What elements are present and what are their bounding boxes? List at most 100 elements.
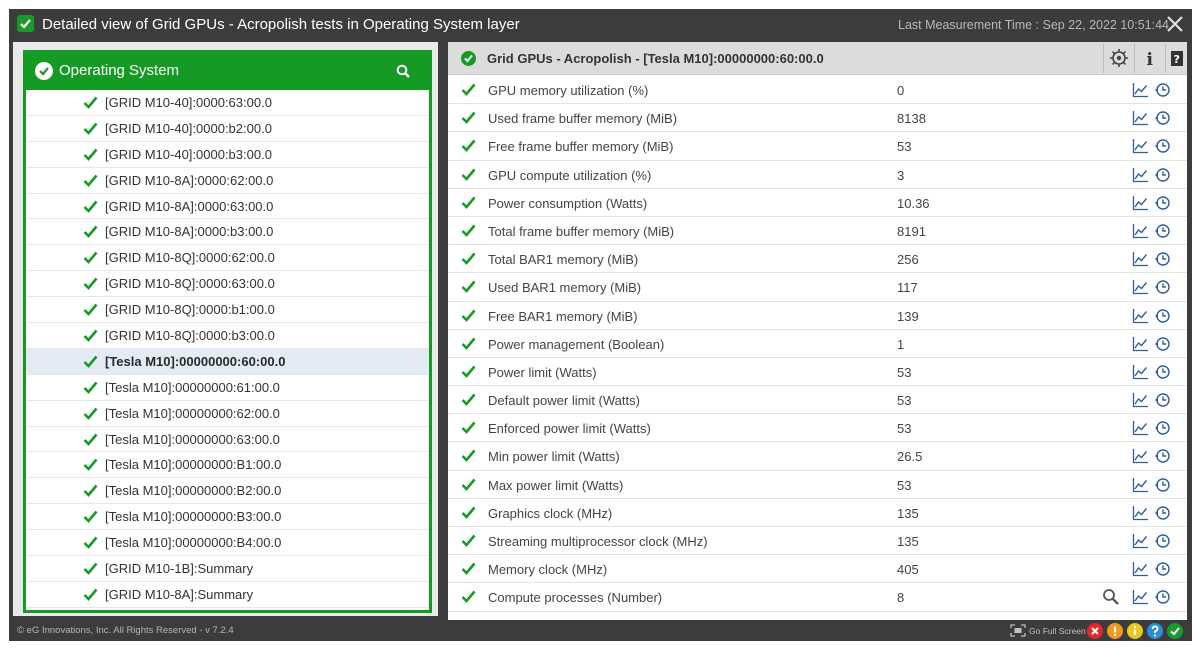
descriptor-item[interactable]: [Tesla M10]:00000000:B1:00.0 <box>26 452 429 479</box>
descriptor-item-selected[interactable]: [Tesla M10]:00000000:60:00.0 <box>26 348 429 375</box>
descriptor-item[interactable]: [Tesla M10]:00000000:B2:00.0 <box>26 478 429 505</box>
history-icon[interactable] <box>1154 477 1171 498</box>
check-circle-icon <box>35 62 53 80</box>
history-icon[interactable] <box>1154 533 1171 554</box>
descriptor-item[interactable]: [Tesla M10]:00000000:63:00.0 <box>26 426 429 453</box>
unknown-icon[interactable] <box>1147 623 1163 639</box>
metric-row: Used BAR1 memory (MiB) 117 <box>448 273 1187 302</box>
metric-value: 135 <box>897 505 919 521</box>
check-icon <box>83 432 98 452</box>
graph-icon[interactable] <box>1132 251 1149 272</box>
check-icon <box>83 95 98 115</box>
window-title: Detailed view of Grid GPUs - Acropolish … <box>42 16 520 33</box>
graph-icon[interactable] <box>1132 223 1149 244</box>
graph-icon[interactable] <box>1132 392 1149 413</box>
history-icon[interactable] <box>1154 392 1171 413</box>
graph-icon[interactable] <box>1132 279 1149 300</box>
metric-name: Free frame buffer memory (MiB) <box>488 139 674 155</box>
history-icon[interactable] <box>1154 82 1171 103</box>
detail-window: Detailed view of Grid GPUs - Acropolish … <box>9 9 1192 641</box>
info-icon[interactable]: i <box>1134 44 1164 73</box>
metric-value: 3 <box>897 167 905 183</box>
check-icon <box>461 336 476 356</box>
graph-icon[interactable] <box>1132 533 1149 554</box>
history-icon[interactable] <box>1154 223 1171 244</box>
history-icon[interactable] <box>1154 167 1171 188</box>
configure-icon[interactable] <box>1103 44 1133 73</box>
descriptor-item[interactable]: [GRID M10-40]:0000:63:00.0 <box>26 90 429 116</box>
descriptor-label: [Tesla M10]:00000000:B2:00.0 <box>105 483 282 499</box>
graph-icon[interactable] <box>1132 110 1149 131</box>
descriptor-item[interactable]: [Tesla M10]:00000000:B4:00.0 <box>26 530 429 557</box>
descriptor-item[interactable]: [Tesla M10]:00000000:61:00.0 <box>26 374 429 401</box>
descriptor-item[interactable]: [Tesla M10]:00000000:B3:00.0 <box>26 504 429 531</box>
graph-icon[interactable] <box>1132 195 1149 216</box>
minor-icon[interactable] <box>1127 623 1143 639</box>
metric-row: Free BAR1 memory (MiB) 139 <box>448 301 1187 330</box>
check-icon <box>461 167 476 187</box>
descriptor-item[interactable]: [GRID M10-8Q]:0000:62:00.0 <box>26 245 429 272</box>
detailed-diagnosis-icon[interactable] <box>1102 588 1120 611</box>
history-icon[interactable] <box>1154 561 1171 582</box>
metric-value: 139 <box>897 308 919 324</box>
history-icon[interactable] <box>1154 589 1171 610</box>
history-icon[interactable] <box>1154 420 1171 441</box>
graph-icon[interactable] <box>1132 505 1149 526</box>
graph-icon[interactable] <box>1132 477 1149 498</box>
graph-icon[interactable] <box>1132 308 1149 329</box>
last-measurement-time: Last Measurement Time : Sep 22, 2022 10:… <box>898 18 1170 32</box>
descriptor-item[interactable]: [GRID M10-8A]:0000:62:00.0 <box>26 167 429 194</box>
history-icon[interactable] <box>1154 308 1171 329</box>
os-title: Operating System <box>59 62 180 79</box>
metric-row: Power consumption (Watts) 10.36 <box>448 188 1187 217</box>
history-icon[interactable] <box>1154 279 1171 300</box>
metric-row: GPU memory utilization (%) 0 <box>448 76 1187 105</box>
check-icon <box>461 279 476 299</box>
check-icon <box>83 483 98 503</box>
history-icon[interactable] <box>1154 505 1171 526</box>
help-icon[interactable]: ? <box>1165 44 1195 73</box>
graph-icon[interactable] <box>1132 364 1149 385</box>
graph-icon[interactable] <box>1132 561 1149 582</box>
search-icon[interactable] <box>396 64 411 84</box>
graph-icon[interactable] <box>1132 82 1149 103</box>
descriptor-item[interactable]: [GRID M10-8Q]:0000:63:00.0 <box>26 271 429 298</box>
graph-icon[interactable] <box>1132 167 1149 188</box>
history-icon[interactable] <box>1154 336 1171 357</box>
metric-name: Total frame buffer memory (MiB) <box>488 223 675 239</box>
history-icon[interactable] <box>1154 251 1171 272</box>
history-icon[interactable] <box>1154 364 1171 385</box>
graph-icon[interactable] <box>1132 589 1149 610</box>
graph-icon[interactable] <box>1132 420 1149 441</box>
metric-row: Enforced power limit (Watts) 53 <box>448 414 1187 443</box>
descriptor-label: [GRID M10-8A]:0000:b3:00.0 <box>105 224 274 240</box>
measurements-title: Grid GPUs - Acropolish - [Tesla M10]:000… <box>487 51 824 66</box>
descriptor-item[interactable]: [GRID M10-40]:0000:b2:00.0 <box>26 115 429 142</box>
normal-icon[interactable] <box>1167 623 1183 639</box>
graph-icon[interactable] <box>1132 448 1149 469</box>
metric-name: Used BAR1 memory (MiB) <box>488 280 642 296</box>
history-icon[interactable] <box>1154 138 1171 159</box>
check-icon <box>461 392 476 412</box>
descriptor-label: [GRID M10-8A]:Summary <box>105 586 254 602</box>
check-icon <box>83 224 98 244</box>
descriptor-item[interactable]: [GRID M10-8Q]:0000:b3:00.0 <box>26 323 429 349</box>
critical-icon[interactable] <box>1087 623 1103 639</box>
descriptor-item[interactable]: [GRID M10-8A]:0000:b3:00.0 <box>26 219 429 246</box>
history-icon[interactable] <box>1154 195 1171 216</box>
graph-icon[interactable] <box>1132 336 1149 357</box>
descriptor-item[interactable]: [GRID M10-8A]:0000:63:00.0 <box>26 193 429 220</box>
descriptor-item[interactable]: [GRID M10-1B]:Summary <box>26 556 429 582</box>
descriptor-item[interactable]: [GRID M10-40]:0000:b3:00.0 <box>26 141 429 168</box>
descriptor-item[interactable]: [GRID M10-8Q]:0000:b1:00.0 <box>26 297 429 324</box>
metric-row: Total frame buffer memory (MiB) 8191 <box>448 216 1187 246</box>
close-icon[interactable] <box>1165 14 1185 34</box>
descriptor-item[interactable]: [Tesla M10]:00000000:62:00.0 <box>26 400 429 427</box>
history-icon[interactable] <box>1154 110 1171 131</box>
check-circle-icon <box>461 51 476 66</box>
graph-icon[interactable] <box>1132 138 1149 159</box>
history-icon[interactable] <box>1154 448 1171 469</box>
descriptor-item[interactable]: [GRID M10-8A]:Summary <box>26 581 429 608</box>
major-icon[interactable] <box>1107 623 1123 639</box>
metric-name: Streaming multiprocessor clock (MHz) <box>488 534 708 549</box>
